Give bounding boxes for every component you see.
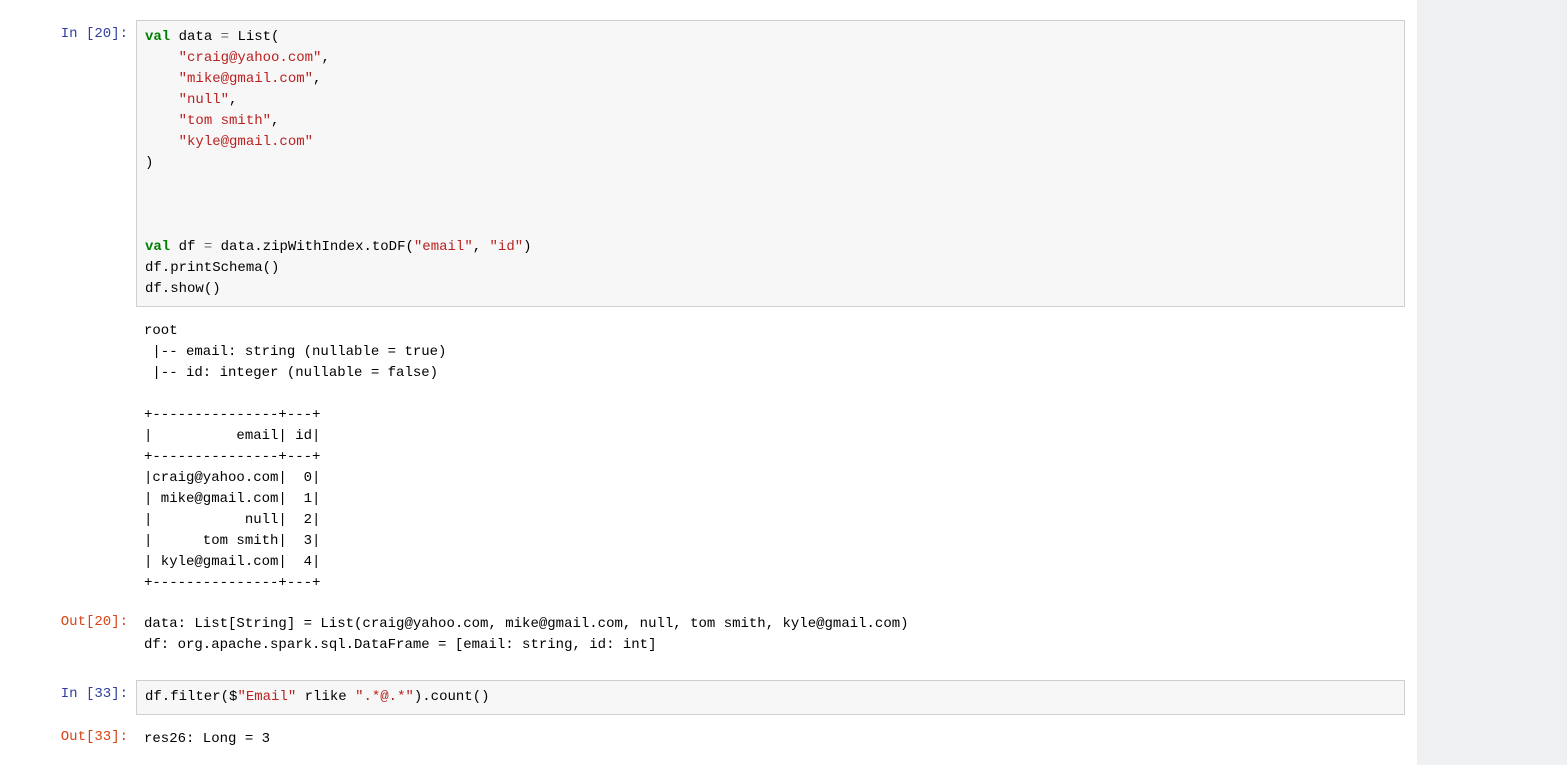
in-suffix: ]: <box>111 26 128 42</box>
output-prompt: Out[20]: <box>0 608 136 630</box>
comma: , <box>229 92 237 108</box>
string-literal: "Email" <box>237 689 296 705</box>
keyword-val: val <box>145 29 170 45</box>
out-label: Out[ <box>61 614 95 630</box>
comma: , <box>313 71 321 87</box>
var-name: df <box>179 239 196 255</box>
string-literal: "email" <box>414 239 473 255</box>
string-literal: "id" <box>490 239 524 255</box>
paren-empty: () <box>204 281 221 297</box>
out-suffix: ]: <box>111 614 128 630</box>
comma: , <box>473 239 481 255</box>
stdout-output: root |-- email: string (nullable = true)… <box>136 315 1405 600</box>
code-cell: In [20]: val data = List( "craig@yahoo.c… <box>0 20 1417 315</box>
paren-empty: () <box>473 689 490 705</box>
string-literal: ".*@.*" <box>355 689 414 705</box>
close-paren: ) <box>145 155 153 171</box>
stdout-cell: root |-- email: string (nullable = true)… <box>0 315 1417 608</box>
method-call: df.filter <box>145 689 221 705</box>
string-literal: "craig@yahoo.com" <box>179 50 322 66</box>
method-chain: data.zipWithIndex.toDF <box>221 239 406 255</box>
keyword-val: val <box>145 239 170 255</box>
string-literal: "tom smith" <box>179 113 271 129</box>
code-cell: In [33]: df.filter($"Email" rlike ".*@.*… <box>0 680 1417 723</box>
output-prompt: Out[33]: <box>0 723 136 745</box>
in-label: In [ <box>61 26 95 42</box>
input-prompt: In [20]: <box>0 20 136 42</box>
notebook-page: In [20]: val data = List( "craig@yahoo.c… <box>0 0 1567 765</box>
string-literal: "mike@gmail.com" <box>179 71 313 87</box>
result-output: data: List[String] = List(craig@yahoo.co… <box>136 608 1405 662</box>
code-input-area[interactable]: df.filter($"Email" rlike ".*@.*").count(… <box>136 680 1405 715</box>
close-paren: ) <box>523 239 531 255</box>
method-call: df.printSchema <box>145 260 263 276</box>
out-number: 20 <box>94 614 111 630</box>
result-output: res26: Long = 3 <box>136 723 1405 756</box>
op-eq: = <box>204 239 212 255</box>
string-literal: "kyle@gmail.com" <box>179 134 313 150</box>
notebook-content: In [20]: val data = List( "craig@yahoo.c… <box>0 0 1417 764</box>
paren-empty: () <box>263 260 280 276</box>
in-number: 20 <box>94 26 111 42</box>
output-cell: Out[20]: data: List[String] = List(craig… <box>0 608 1417 670</box>
op-eq: = <box>221 29 229 45</box>
open-paren: ( <box>221 689 229 705</box>
var-name: data <box>179 29 213 45</box>
comma: , <box>271 113 279 129</box>
string-literal: "null" <box>179 92 229 108</box>
out-number: 33 <box>94 729 111 745</box>
right-sidebar-gutter <box>1417 0 1567 765</box>
output-cell: Out[33]: res26: Long = 3 <box>0 723 1417 764</box>
fn-list: List( <box>237 29 279 45</box>
method-call: df.show <box>145 281 204 297</box>
out-label: Out[ <box>61 729 95 745</box>
in-number: 33 <box>94 686 111 702</box>
open-paren: ( <box>406 239 414 255</box>
comma: , <box>321 50 329 66</box>
empty-prompt <box>0 315 136 321</box>
in-suffix: ]: <box>111 686 128 702</box>
input-prompt: In [33]: <box>0 680 136 702</box>
in-label: In [ <box>61 686 95 702</box>
out-suffix: ]: <box>111 729 128 745</box>
code-input-area[interactable]: val data = List( "craig@yahoo.com", "mik… <box>136 20 1405 307</box>
method-call: .count <box>422 689 472 705</box>
rlike-op: rlike <box>296 689 355 705</box>
